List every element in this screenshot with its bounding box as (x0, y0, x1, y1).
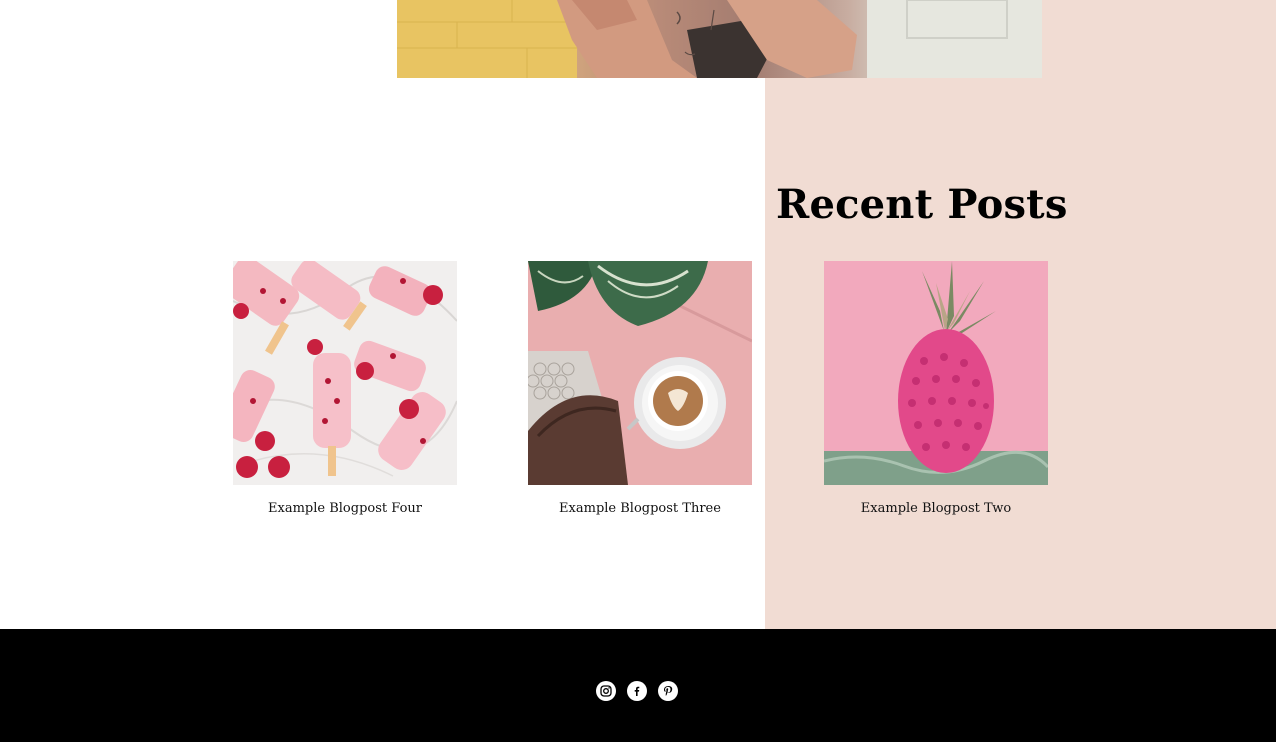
recent-posts-heading: Recent Posts (776, 181, 1068, 228)
post-title[interactable]: Example Blogpost Three (488, 501, 792, 516)
page: Recent Posts Example Blogpost Four Examp… (0, 0, 1276, 742)
post-thumbnail-popsicles[interactable] (233, 261, 457, 485)
pinterest-icon[interactable] (658, 681, 678, 701)
post-thumbnail-pineapple[interactable] (824, 261, 1048, 485)
post-card[interactable]: Example Blogpost Three (528, 261, 752, 516)
facebook-icon[interactable] (627, 681, 647, 701)
instagram-icon[interactable] (596, 681, 616, 701)
hero-image (397, 0, 1042, 78)
footer (0, 629, 1276, 742)
social-links (596, 681, 678, 701)
post-card[interactable]: Example Blogpost Two (824, 261, 1048, 516)
post-title[interactable]: Example Blogpost Two (784, 501, 1088, 516)
post-title[interactable]: Example Blogpost Four (193, 501, 497, 516)
post-thumbnail-latte[interactable] (528, 261, 752, 485)
post-card[interactable]: Example Blogpost Four (233, 261, 457, 516)
